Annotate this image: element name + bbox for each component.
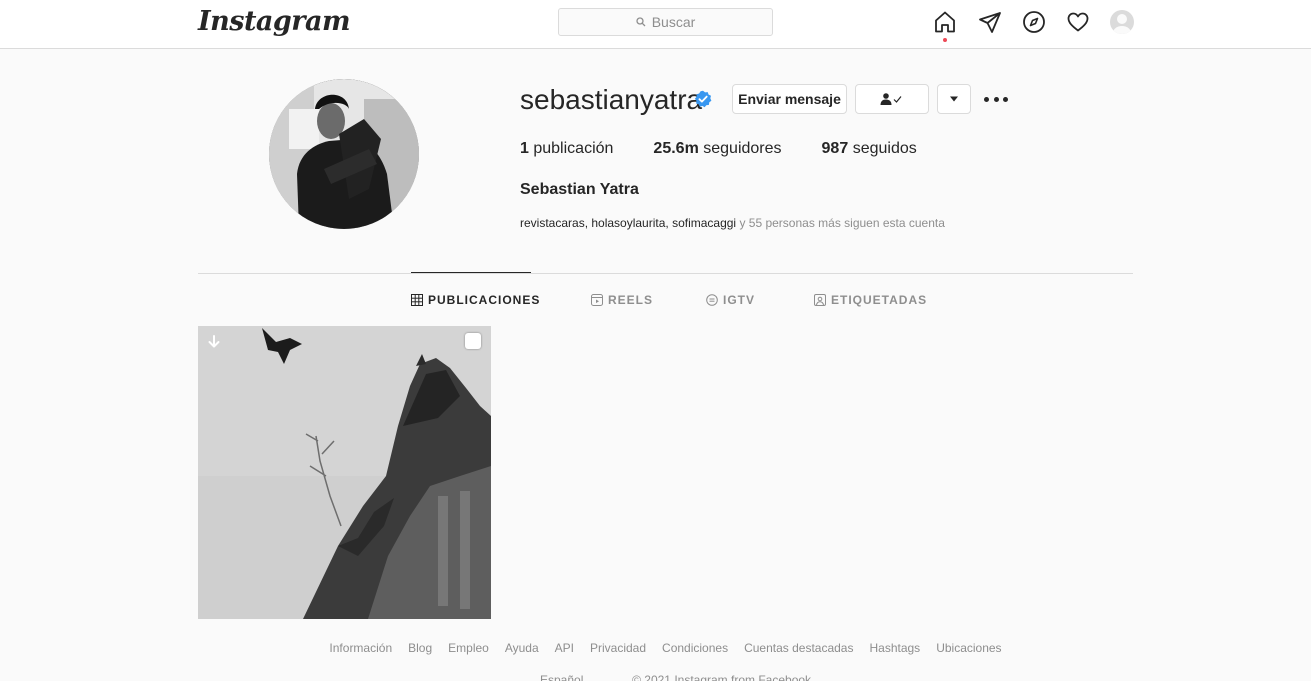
post-thumbnail[interactable]	[198, 326, 491, 619]
tab-label: PUBLICACIONES	[428, 293, 541, 307]
tab-label: IGTV	[723, 293, 756, 307]
search-icon	[636, 17, 646, 27]
language-selector[interactable]: Español ⌄	[540, 673, 613, 681]
tab-publicaciones[interactable]: PUBLICACIONES	[411, 293, 540, 307]
following-button[interactable]	[855, 84, 929, 114]
verified-badge-icon	[694, 90, 712, 108]
footer-link-empleo[interactable]: Empleo	[448, 641, 489, 655]
footer-link-ayuda[interactable]: Ayuda	[505, 641, 539, 655]
footer-link-ubicaciones[interactable]: Ubicaciones	[936, 641, 1001, 655]
download-arrow-icon[interactable]	[206, 334, 222, 350]
footer-links: Información Blog Empleo Ayuda API Privac…	[0, 641, 1311, 655]
followers-count: 25.6m	[653, 140, 699, 157]
select-checkbox-icon[interactable]	[465, 333, 481, 349]
grid-icon	[411, 294, 423, 306]
post-image	[198, 326, 491, 619]
followers-stat[interactable]: 25.6m seguidores	[653, 140, 781, 158]
tab-label: REELS	[608, 293, 654, 307]
activity-heart-icon[interactable]	[1066, 10, 1090, 34]
send-message-button[interactable]: Enviar mensaje	[732, 84, 847, 114]
following-stat[interactable]: 987 seguidos	[822, 140, 917, 158]
followed-by-text[interactable]: revistacaras, holasoylaurita, sofimacagg…	[520, 216, 945, 230]
caret-down-icon	[950, 96, 958, 102]
active-tab-indicator	[411, 272, 531, 273]
footer-bottom: Español ⌄ © 2021 Instagram from Facebook	[540, 673, 827, 681]
home-icon[interactable]	[933, 10, 957, 34]
tabs-divider	[198, 273, 1133, 274]
copyright-text: © 2021 Instagram from Facebook	[632, 673, 812, 681]
reels-icon	[591, 294, 603, 306]
tab-reels[interactable]: REELS	[591, 293, 653, 307]
footer-link-hashtags[interactable]: Hashtags	[869, 641, 920, 655]
profile-full-name: Sebastian Yatra	[520, 181, 639, 198]
tab-igtv[interactable]: IGTV	[706, 293, 755, 307]
search-input[interactable]: Buscar	[558, 8, 773, 36]
top-navigation-bar: Instagram Buscar	[0, 0, 1311, 49]
footer-link-api[interactable]: API	[555, 641, 574, 655]
followed-by-suffix: y 55 personas más siguen esta cuenta	[736, 216, 945, 230]
footer-link-blog[interactable]: Blog	[408, 641, 432, 655]
following-label: seguidos	[852, 140, 917, 157]
profile-stats: 1 publicación 25.6m seguidores 987 segui…	[520, 140, 957, 158]
footer-link-privacidad[interactable]: Privacidad	[590, 641, 646, 655]
posts-stat: 1 publicación	[520, 140, 613, 158]
instagram-logo[interactable]: Instagram	[198, 6, 351, 37]
search-placeholder: Buscar	[651, 14, 696, 30]
tagged-icon	[814, 294, 826, 306]
profile-picture[interactable]	[269, 79, 419, 229]
suggestions-dropdown-button[interactable]	[937, 84, 971, 114]
followers-label: seguidores	[703, 140, 782, 157]
followed-by-names: revistacaras, holasoylaurita, sofimacagg…	[520, 216, 737, 230]
tab-etiquetadas[interactable]: ETIQUETADAS	[814, 293, 927, 307]
notification-dot	[943, 38, 947, 42]
more-options-icon[interactable]	[984, 92, 1008, 106]
posts-label: publicación	[533, 140, 614, 157]
direct-messages-icon[interactable]	[978, 10, 1002, 34]
profile-avatar-icon[interactable]	[1110, 10, 1134, 34]
explore-icon[interactable]	[1022, 10, 1046, 34]
footer-link-condiciones[interactable]: Condiciones	[662, 641, 728, 655]
footer-link-cuentas-destacadas[interactable]: Cuentas destacadas	[744, 641, 853, 655]
user-check-icon	[880, 93, 902, 105]
footer-link-informacion[interactable]: Información	[329, 641, 392, 655]
igtv-icon	[706, 294, 718, 306]
tab-label: ETIQUETADAS	[831, 293, 928, 307]
following-count: 987	[821, 140, 849, 157]
profile-username: sebastianyatra	[520, 84, 703, 115]
posts-count: 1	[520, 140, 529, 157]
